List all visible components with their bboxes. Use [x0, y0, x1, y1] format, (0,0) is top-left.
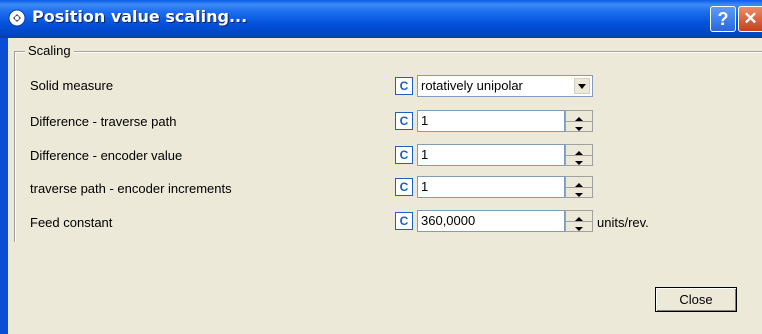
spin-down-button[interactable] — [566, 121, 592, 131]
dialog-window: Position value scaling... ? ✕ Scaling So… — [0, 0, 762, 334]
title-bar[interactable]: Position value scaling... ? ✕ — [0, 0, 762, 38]
difference-encoder-value-input[interactable]: 1 — [417, 144, 565, 166]
arrow-down-icon — [575, 227, 583, 231]
dropdown-arrow-button[interactable] — [574, 78, 590, 94]
feed-constant-units: units/rev. — [597, 215, 649, 230]
window-close-button[interactable]: ✕ — [738, 6, 762, 32]
difference-encoder-value-c-button[interactable]: C — [395, 146, 413, 164]
app-icon — [8, 9, 26, 27]
difference-traverse-path-input[interactable]: 1 — [417, 110, 565, 132]
difference-traverse-path-c-button[interactable]: C — [395, 112, 413, 130]
solid-measure-label: Solid measure — [30, 78, 114, 93]
feed-constant-c-button[interactable]: C — [395, 212, 413, 230]
difference-traverse-path-spinner[interactable] — [565, 110, 593, 132]
solid-measure-select[interactable]: rotatively unipolar — [417, 75, 593, 97]
traverse-path-encoder-increments-spinner[interactable] — [565, 176, 593, 198]
spin-down-button[interactable] — [566, 187, 592, 197]
close-icon: ✕ — [743, 9, 758, 28]
help-button[interactable]: ? — [710, 6, 736, 32]
window-frame-left — [0, 38, 8, 334]
traverse-path-encoder-increments-input[interactable]: 1 — [417, 176, 565, 198]
difference-encoder-value-spinner[interactable] — [565, 144, 593, 166]
feed-constant-label: Feed constant — [30, 215, 113, 230]
window-title: Position value scaling... — [32, 7, 248, 26]
arrow-down-icon — [575, 161, 583, 165]
spin-down-button[interactable] — [566, 221, 592, 231]
close-button[interactable]: Close — [655, 287, 737, 312]
scaling-groupbox — [14, 51, 762, 242]
traverse-path-encoder-increments-c-button[interactable]: C — [395, 178, 413, 196]
chevron-down-icon — [578, 84, 586, 89]
traverse-path-encoder-increments-label: traverse path - encoder increments — [30, 181, 232, 196]
arrow-down-icon — [575, 193, 583, 197]
feed-constant-spinner[interactable] — [565, 210, 593, 232]
groupbox-label: Scaling — [25, 43, 74, 58]
arrow-down-icon — [575, 127, 583, 131]
help-icon: ? — [717, 9, 729, 29]
solid-measure-value: rotatively unipolar — [421, 78, 523, 93]
difference-traverse-path-label: Difference - traverse path — [30, 114, 177, 129]
feed-constant-input[interactable]: 360,0000 — [417, 210, 565, 232]
solid-measure-c-button[interactable]: C — [395, 77, 413, 95]
spin-down-button[interactable] — [566, 155, 592, 165]
difference-encoder-value-label: Difference - encoder value — [30, 148, 183, 163]
